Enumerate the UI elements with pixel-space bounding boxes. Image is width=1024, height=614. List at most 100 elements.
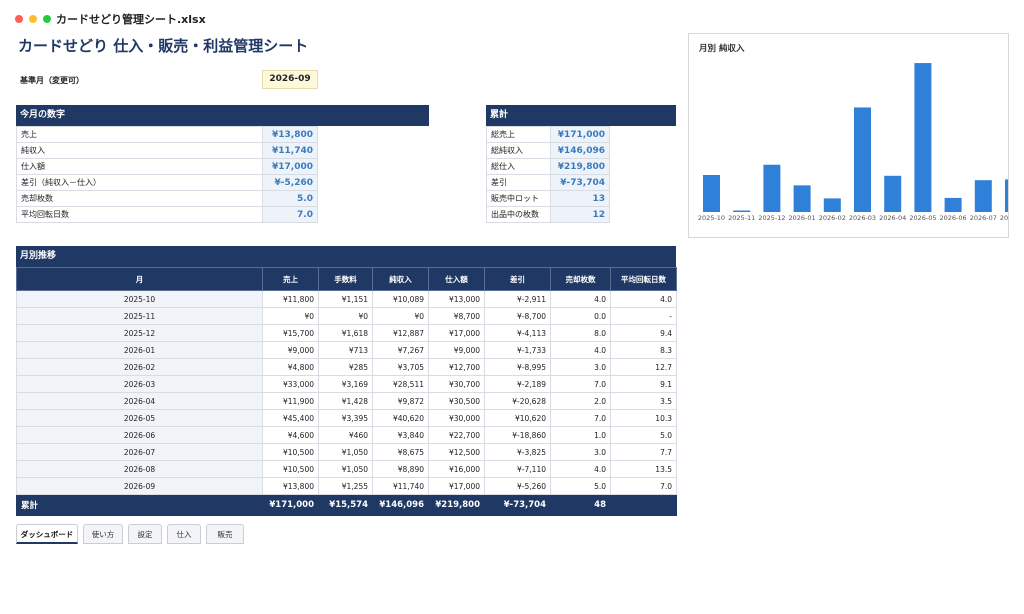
this-month-value[interactable]: 7.0 bbox=[262, 206, 318, 223]
table-cell[interactable]: 2025-12 bbox=[16, 324, 263, 342]
chart-bar[interactable] bbox=[974, 180, 992, 212]
table-cell[interactable]: ¥-8,700 bbox=[484, 307, 551, 325]
table-cell[interactable]: ¥1,050 bbox=[318, 460, 373, 478]
table-cell[interactable]: 2026-02 bbox=[16, 358, 263, 376]
table-cell[interactable]: 2026-04 bbox=[16, 392, 263, 410]
chart-bar[interactable] bbox=[1005, 179, 1009, 212]
sheet-tab[interactable]: ダッシュボード bbox=[16, 524, 78, 544]
table-cell[interactable]: ¥28,511 bbox=[372, 375, 429, 393]
table-cell[interactable]: 4.0 bbox=[550, 341, 611, 359]
table-cell[interactable]: ¥16,000 bbox=[428, 460, 485, 478]
this-month-label[interactable]: 平均回転日数 bbox=[16, 206, 263, 223]
table-cell[interactable]: ¥13,800 bbox=[262, 477, 319, 495]
chart-bar[interactable] bbox=[944, 197, 962, 212]
table-cell[interactable]: ¥9,000 bbox=[262, 341, 319, 359]
cumulative-label[interactable]: 販売中ロット bbox=[486, 190, 551, 207]
table-cell[interactable]: 9.4 bbox=[610, 324, 677, 342]
table-cell[interactable]: 10.3 bbox=[610, 409, 677, 427]
cumulative-value[interactable]: ¥171,000 bbox=[550, 126, 610, 143]
table-cell[interactable]: ¥-2,189 bbox=[484, 375, 551, 393]
table-cell[interactable]: 4.0 bbox=[550, 290, 611, 308]
chart-bar[interactable] bbox=[854, 107, 871, 212]
table-cell[interactable]: 2026-08 bbox=[16, 460, 263, 478]
cumulative-label[interactable]: 総純収入 bbox=[486, 142, 551, 159]
table-cell[interactable]: ¥45,400 bbox=[262, 409, 319, 427]
table-cell[interactable]: ¥11,900 bbox=[262, 392, 319, 410]
table-cell[interactable]: ¥12,500 bbox=[428, 443, 485, 461]
table-cell[interactable]: 2026-05 bbox=[16, 409, 263, 427]
cumulative-label[interactable]: 総売上 bbox=[486, 126, 551, 143]
table-cell[interactable]: 12.7 bbox=[610, 358, 677, 376]
maximize-window-button[interactable] bbox=[43, 15, 51, 23]
chart-bar[interactable] bbox=[793, 185, 811, 212]
this-month-value[interactable]: 5.0 bbox=[262, 190, 318, 207]
table-cell[interactable]: ¥8,890 bbox=[372, 460, 429, 478]
table-cell[interactable]: - bbox=[610, 307, 677, 325]
table-cell[interactable]: ¥7,267 bbox=[372, 341, 429, 359]
table-cell[interactable]: ¥10,620 bbox=[484, 409, 551, 427]
table-cell[interactable]: ¥10,500 bbox=[262, 460, 319, 478]
table-cell[interactable]: 2026-09 bbox=[16, 477, 263, 495]
table-cell[interactable]: 2026-03 bbox=[16, 375, 263, 393]
table-cell[interactable]: ¥9,872 bbox=[372, 392, 429, 410]
total-cell[interactable]: ¥219,800 bbox=[428, 494, 485, 516]
table-cell[interactable]: 1.0 bbox=[550, 426, 611, 444]
table-cell[interactable]: ¥10,089 bbox=[372, 290, 429, 308]
monthly-column-header[interactable]: 売上 bbox=[262, 267, 319, 291]
table-cell[interactable]: ¥713 bbox=[318, 341, 373, 359]
cumulative-value[interactable]: 12 bbox=[550, 206, 610, 223]
table-cell[interactable]: ¥-7,110 bbox=[484, 460, 551, 478]
table-cell[interactable]: ¥8,700 bbox=[428, 307, 485, 325]
table-cell[interactable]: ¥-3,825 bbox=[484, 443, 551, 461]
table-cell[interactable]: ¥3,395 bbox=[318, 409, 373, 427]
table-cell[interactable]: ¥17,000 bbox=[428, 477, 485, 495]
cumulative-value[interactable]: 13 bbox=[550, 190, 610, 207]
table-cell[interactable]: 3.0 bbox=[550, 443, 611, 461]
this-month-value[interactable]: ¥11,740 bbox=[262, 142, 318, 159]
table-cell[interactable]: ¥40,620 bbox=[372, 409, 429, 427]
table-cell[interactable]: ¥0 bbox=[318, 307, 373, 325]
chart-bar[interactable] bbox=[763, 164, 781, 212]
table-cell[interactable]: ¥1,050 bbox=[318, 443, 373, 461]
chart-bar[interactable] bbox=[823, 198, 841, 212]
close-window-button[interactable] bbox=[15, 15, 23, 23]
table-cell[interactable]: ¥8,675 bbox=[372, 443, 429, 461]
cumulative-label[interactable]: 差引 bbox=[486, 174, 551, 191]
table-cell[interactable]: 13.5 bbox=[610, 460, 677, 478]
chart-bar[interactable] bbox=[733, 210, 751, 213]
table-cell[interactable]: ¥33,000 bbox=[262, 375, 319, 393]
table-cell[interactable]: ¥12,700 bbox=[428, 358, 485, 376]
table-cell[interactable]: ¥9,000 bbox=[428, 341, 485, 359]
table-cell[interactable]: ¥-1,733 bbox=[484, 341, 551, 359]
total-cell[interactable]: ¥-73,704 bbox=[484, 494, 551, 516]
table-cell[interactable]: ¥10,500 bbox=[262, 443, 319, 461]
this-month-label[interactable]: 売上 bbox=[16, 126, 263, 143]
table-cell[interactable]: ¥-2,911 bbox=[484, 290, 551, 308]
total-cell[interactable]: 累計 bbox=[16, 494, 263, 516]
this-month-label[interactable]: 売却枚数 bbox=[16, 190, 263, 207]
table-cell[interactable]: 2026-07 bbox=[16, 443, 263, 461]
cumulative-value[interactable]: ¥-73,704 bbox=[550, 174, 610, 191]
table-cell[interactable]: 0.0 bbox=[550, 307, 611, 325]
table-cell[interactable]: ¥0 bbox=[262, 307, 319, 325]
table-cell[interactable]: 2026-06 bbox=[16, 426, 263, 444]
table-cell[interactable]: ¥22,700 bbox=[428, 426, 485, 444]
table-cell[interactable]: ¥-5,260 bbox=[484, 477, 551, 495]
monthly-column-header[interactable]: 手数料 bbox=[318, 267, 373, 291]
table-cell[interactable]: 5.0 bbox=[610, 426, 677, 444]
table-cell[interactable]: ¥13,000 bbox=[428, 290, 485, 308]
monthly-column-header[interactable]: 月 bbox=[16, 267, 263, 291]
table-cell[interactable]: 8.3 bbox=[610, 341, 677, 359]
table-cell[interactable]: ¥11,740 bbox=[372, 477, 429, 495]
table-cell[interactable]: 7.0 bbox=[610, 477, 677, 495]
monthly-column-header[interactable]: 売却枚数 bbox=[550, 267, 611, 291]
table-cell[interactable]: ¥-18,860 bbox=[484, 426, 551, 444]
table-cell[interactable]: ¥4,800 bbox=[262, 358, 319, 376]
sheet-tab[interactable]: 販売 bbox=[206, 524, 244, 544]
this-month-value[interactable]: ¥13,800 bbox=[262, 126, 318, 143]
table-cell[interactable]: ¥1,151 bbox=[318, 290, 373, 308]
cumulative-label[interactable]: 総仕入 bbox=[486, 158, 551, 175]
sheet-tab[interactable]: 設定 bbox=[128, 524, 162, 544]
table-cell[interactable]: ¥3,840 bbox=[372, 426, 429, 444]
sheet-tab[interactable]: 使い方 bbox=[83, 524, 123, 544]
